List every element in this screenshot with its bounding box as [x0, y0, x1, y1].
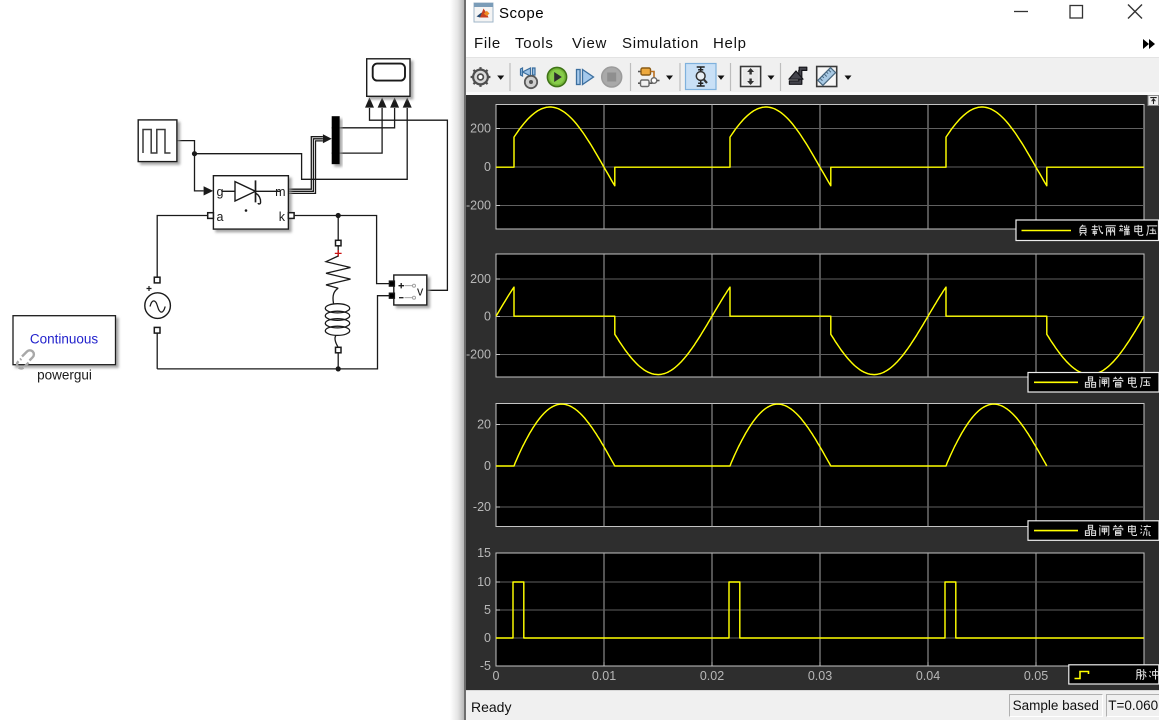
- svg-text:0.04: 0.04: [916, 669, 940, 683]
- svg-text:m: m: [275, 185, 285, 199]
- svg-text:-200: -200: [466, 199, 491, 213]
- svg-text:-20: -20: [473, 500, 491, 514]
- svg-text:a: a: [217, 210, 224, 224]
- svg-text:k: k: [279, 210, 286, 224]
- svg-text:-200: -200: [466, 348, 491, 362]
- svg-text:0.03: 0.03: [808, 669, 832, 683]
- svg-text:200: 200: [470, 272, 491, 286]
- svg-text:200: 200: [470, 121, 491, 135]
- svg-text:10: 10: [477, 575, 491, 589]
- svg-text:0: 0: [484, 631, 491, 645]
- svg-text:20: 20: [477, 417, 491, 431]
- svg-text:5: 5: [484, 603, 491, 617]
- svg-text:0: 0: [493, 669, 500, 683]
- svg-text:0.05: 0.05: [1024, 669, 1048, 683]
- svg-text:0: 0: [484, 459, 491, 473]
- svg-text:0.02: 0.02: [700, 669, 724, 683]
- svg-text:g: g: [217, 185, 224, 199]
- svg-text:Continuous: Continuous: [30, 332, 99, 347]
- svg-text:0: 0: [484, 309, 491, 323]
- svg-text:powergui: powergui: [37, 368, 92, 383]
- svg-text:v: v: [417, 285, 424, 299]
- svg-text:0: 0: [484, 160, 491, 174]
- svg-text:0.01: 0.01: [592, 669, 616, 683]
- svg-text:15: 15: [477, 546, 491, 560]
- svg-text:-5: -5: [480, 659, 491, 673]
